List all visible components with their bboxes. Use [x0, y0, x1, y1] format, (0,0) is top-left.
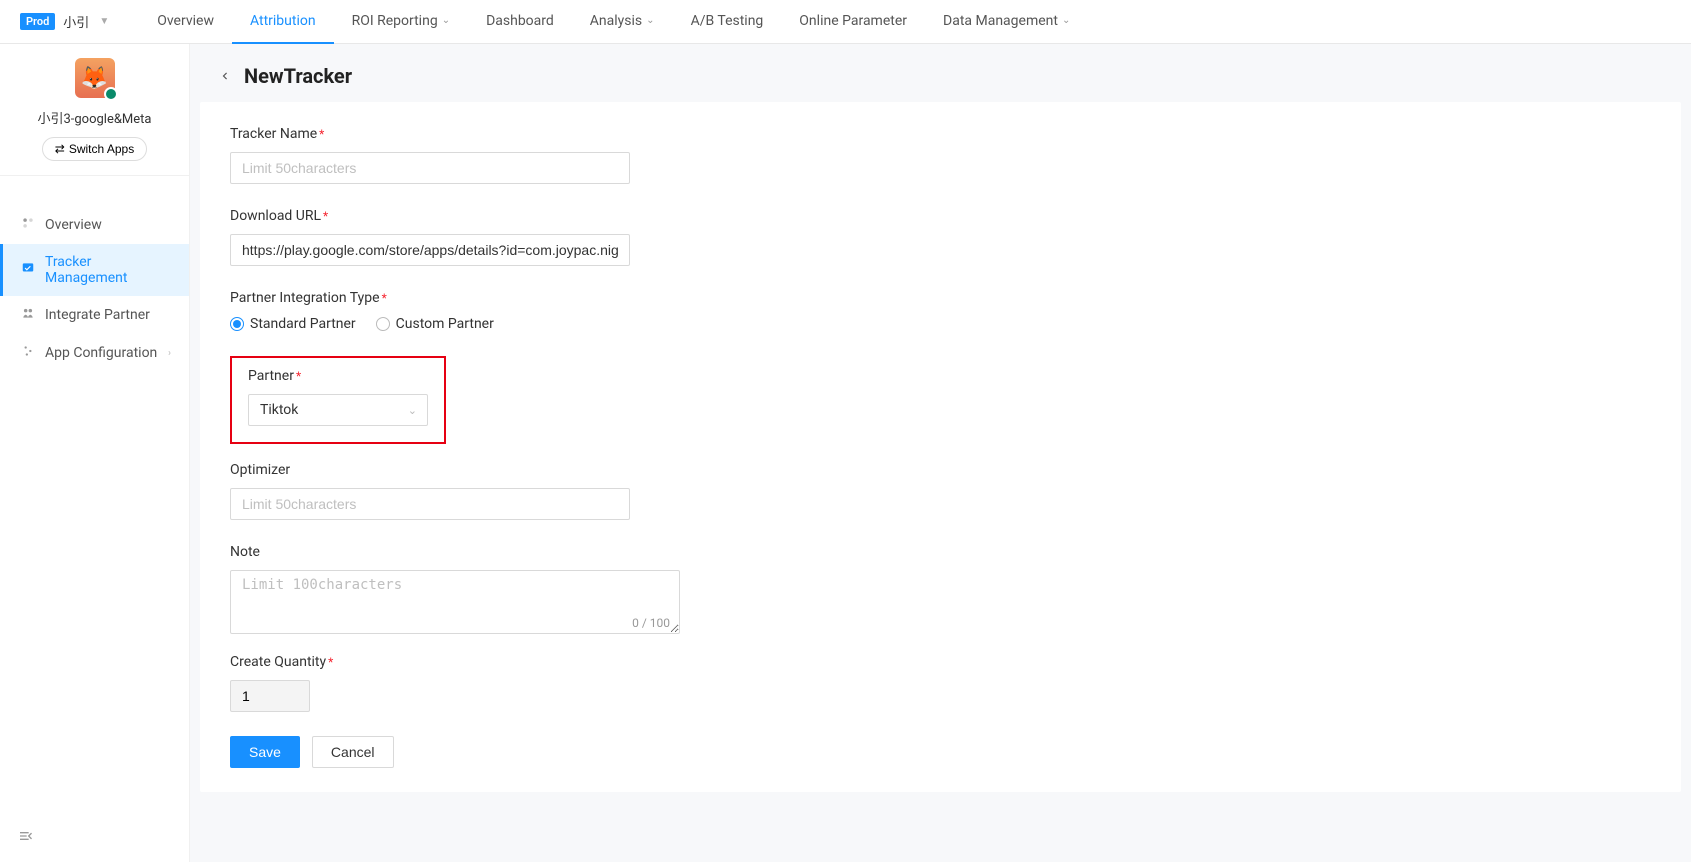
- settings-icon: [21, 344, 35, 362]
- top-menu-item-data-management[interactable]: Data Management ⌄: [925, 0, 1088, 44]
- download-url-input[interactable]: [230, 234, 630, 266]
- required-indicator: *: [296, 369, 301, 383]
- tracker-name-input[interactable]: [230, 152, 630, 184]
- menu-label: Analysis: [590, 13, 642, 29]
- action-buttons: Save Cancel: [230, 736, 1651, 768]
- download-url-group: Download URL*: [230, 208, 1651, 266]
- optimizer-input[interactable]: [230, 488, 630, 520]
- label-text: Optimizer: [230, 462, 290, 478]
- app-icon: 🦊: [75, 58, 115, 98]
- menu-label: Data Management: [943, 13, 1058, 29]
- partner-icon: [21, 306, 35, 324]
- download-url-label: Download URL*: [230, 208, 1651, 224]
- chevron-right-icon: ›: [168, 348, 171, 359]
- caret-down-icon: ▼: [99, 16, 109, 27]
- required-indicator: *: [328, 655, 333, 669]
- top-menu-item-overview[interactable]: Overview: [139, 0, 232, 44]
- collapse-icon: [18, 828, 34, 844]
- chevron-down-icon: ⌄: [1062, 15, 1070, 26]
- menu-label: Online Parameter: [799, 13, 907, 29]
- collapse-sidebar-button[interactable]: [0, 814, 189, 862]
- menu-label: Attribution: [250, 13, 316, 29]
- radio-standard-partner[interactable]: Standard Partner: [230, 316, 356, 332]
- required-indicator: *: [382, 291, 387, 305]
- sidebar-item-label: Integrate Partner: [45, 307, 150, 323]
- tracker-name-group: Tracker Name*: [230, 126, 1651, 184]
- radio-custom-partner[interactable]: Custom Partner: [376, 316, 494, 332]
- top-menu-item-online-parameter[interactable]: Online Parameter: [781, 0, 925, 44]
- radio-label: Custom Partner: [396, 316, 494, 332]
- sidebar-item-label: App Configuration: [45, 345, 157, 361]
- sidebar-item-tracker-management[interactable]: Tracker Management: [0, 244, 189, 296]
- menu-label: ROI Reporting: [352, 13, 438, 29]
- env-badge: Prod: [20, 13, 55, 30]
- chevron-down-icon: ⌄: [442, 15, 450, 26]
- partner-highlight-box: Partner* Tiktok ⌄: [230, 356, 446, 444]
- overview-icon: [21, 216, 35, 234]
- optimizer-group: Optimizer: [230, 462, 1651, 520]
- radio-circle-icon: [230, 317, 244, 331]
- cancel-button[interactable]: Cancel: [312, 736, 394, 768]
- top-menu-item-roi-reporting[interactable]: ROI Reporting ⌄: [334, 0, 469, 44]
- save-button[interactable]: Save: [230, 736, 300, 768]
- switch-icon: ⇄: [55, 142, 65, 156]
- top-menu-item-attribution[interactable]: Attribution: [232, 0, 334, 44]
- menu-label: Overview: [157, 13, 214, 29]
- top-menu-item-analysis[interactable]: Analysis ⌄: [572, 0, 673, 44]
- top-nav: Prod 小引 ▼ Overview Attribution ROI Reporti…: [0, 0, 1691, 44]
- create-quantity-group: Create Quantity*: [230, 654, 1651, 712]
- app-block: 🦊 小引3-google&Meta ⇄ Switch Apps: [0, 44, 189, 176]
- sidebar-item-integrate-partner[interactable]: Integrate Partner: [0, 296, 189, 334]
- top-menu: Overview Attribution ROI Reporting ⌄ Dashboa…: [139, 0, 1088, 44]
- sidebar-item-label: Tracker Management: [45, 254, 171, 286]
- form-card: Tracker Name* Download URL* Partner Inte…: [200, 102, 1681, 792]
- platform-badge-icon: [104, 87, 118, 101]
- partner-label: Partner*: [248, 368, 428, 384]
- back-button[interactable]: [216, 67, 234, 85]
- app-short-name[interactable]: 小引: [63, 12, 89, 31]
- tracker-name-label: Tracker Name*: [230, 126, 1651, 142]
- app-name: 小引3-google&Meta: [37, 108, 151, 127]
- page-title: NewTracker: [244, 64, 352, 88]
- required-indicator: *: [323, 209, 328, 223]
- sidebar: 🦊 小引3-google&Meta ⇄ Switch Apps Overview…: [0, 44, 190, 862]
- partner-integration-type-group: Partner Integration Type* Standard Partn…: [230, 290, 1651, 332]
- sidebar-item-label: Overview: [45, 217, 102, 233]
- label-text: Partner Integration Type: [230, 290, 380, 306]
- sidebar-item-overview[interactable]: Overview: [0, 206, 189, 244]
- note-textarea[interactable]: [230, 570, 680, 634]
- create-quantity-input[interactable]: [230, 680, 310, 712]
- page-header: NewTracker: [190, 44, 1691, 102]
- optimizer-label: Optimizer: [230, 462, 1651, 478]
- label-text: Tracker Name: [230, 126, 317, 142]
- required-indicator: *: [319, 127, 324, 141]
- menu-label: Dashboard: [486, 13, 554, 29]
- radio-circle-icon: [376, 317, 390, 331]
- chevron-down-icon: ⌄: [646, 15, 654, 26]
- note-group: Note 0 / 100: [230, 544, 1651, 630]
- sidebar-item-app-configuration[interactable]: App Configuration ›: [0, 334, 189, 372]
- partner-integration-type-label: Partner Integration Type*: [230, 290, 1651, 306]
- radio-group: Standard Partner Custom Partner: [230, 316, 1651, 332]
- radio-label: Standard Partner: [250, 316, 356, 332]
- partner-select[interactable]: Tiktok ⌄: [248, 394, 428, 426]
- top-menu-item-dashboard[interactable]: Dashboard: [468, 0, 572, 44]
- chevron-left-icon: [218, 69, 232, 83]
- main-content: NewTracker Tracker Name* Download URL*: [190, 44, 1691, 862]
- label-text: Download URL: [230, 208, 321, 224]
- top-menu-item-a/b-testing[interactable]: A/B Testing: [673, 0, 782, 44]
- side-menu: Overview Tracker Management Integrate Part…: [0, 206, 189, 372]
- label-text: Create Quantity: [230, 654, 326, 670]
- menu-label: A/B Testing: [691, 13, 764, 29]
- chevron-down-icon: ⌄: [408, 404, 417, 417]
- create-quantity-label: Create Quantity*: [230, 654, 1651, 670]
- partner-select-value: Tiktok: [260, 402, 298, 418]
- tracker-icon: [21, 261, 35, 279]
- label-text: Note: [230, 544, 260, 560]
- note-label: Note: [230, 544, 1651, 560]
- label-text: Partner: [248, 368, 294, 384]
- switch-apps-label: Switch Apps: [69, 142, 134, 156]
- switch-apps-button[interactable]: ⇄ Switch Apps: [42, 137, 147, 161]
